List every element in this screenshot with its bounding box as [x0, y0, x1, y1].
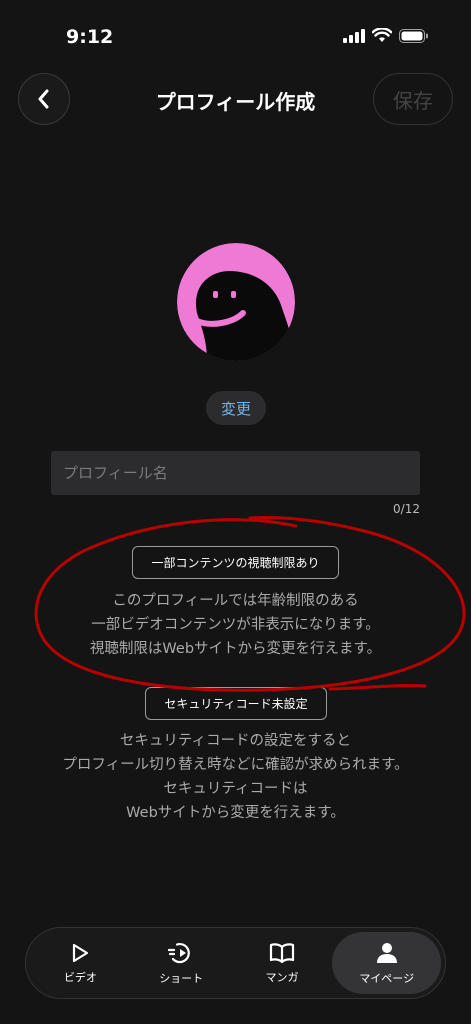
- battery-icon: [399, 28, 428, 43]
- profile-name-input[interactable]: [51, 451, 420, 495]
- restriction-line: 視聴制限はWebサイトから変更を行えます。: [89, 641, 382, 657]
- tab-manga[interactable]: マンガ: [232, 932, 333, 994]
- tab-label: ビデオ: [63, 970, 97, 984]
- play-icon: [73, 943, 89, 962]
- security-description: セキュリティコードの設定をすると プロフィール切り替え時などに確認が求められます…: [0, 729, 471, 825]
- book-icon: [269, 942, 295, 963]
- tab-video[interactable]: ビデオ: [30, 932, 131, 994]
- tab-mypage[interactable]: マイページ: [332, 932, 442, 994]
- avatar: [177, 243, 295, 361]
- save-button[interactable]: 保存: [373, 73, 453, 125]
- tab-label: マンガ: [265, 970, 299, 984]
- restriction-line: 一部ビデオコンテンツが非表示になります。: [91, 617, 380, 633]
- restriction-description: このプロフィールでは年齢制限のある 一部ビデオコンテンツが非表示になります。 視…: [0, 589, 471, 661]
- change-avatar-button[interactable]: 変更: [206, 391, 266, 425]
- status-icons: [343, 28, 429, 43]
- security-code-badge: セキュリティコード未設定: [145, 687, 327, 720]
- restriction-badge: 一部コンテンツの視聴制限あり: [132, 546, 339, 579]
- tab-label: マイページ: [359, 971, 415, 985]
- security-line: Webサイトから変更を行えます。: [126, 805, 345, 821]
- security-line: セキュリティコードの設定をすると: [119, 733, 352, 749]
- wifi-icon: [372, 28, 392, 42]
- character-counter: 0/12: [393, 502, 420, 516]
- avatar-character-icon: [177, 243, 295, 361]
- bottom-tab-bar: ビデオ ショート マンガ マイページ: [25, 927, 446, 999]
- security-line: セキュリティコードは: [163, 781, 308, 797]
- person-icon: [376, 942, 397, 963]
- tab-label: ショート: [159, 971, 204, 985]
- tab-short[interactable]: ショート: [131, 932, 232, 994]
- restriction-line: このプロフィールでは年齢制限のある: [112, 593, 359, 609]
- security-line: プロフィール切り替え時などに確認が求められます。: [62, 757, 409, 773]
- short-play-icon: [168, 942, 191, 963]
- signal-icon: [343, 28, 365, 43]
- status-time: 9:12: [66, 26, 114, 48]
